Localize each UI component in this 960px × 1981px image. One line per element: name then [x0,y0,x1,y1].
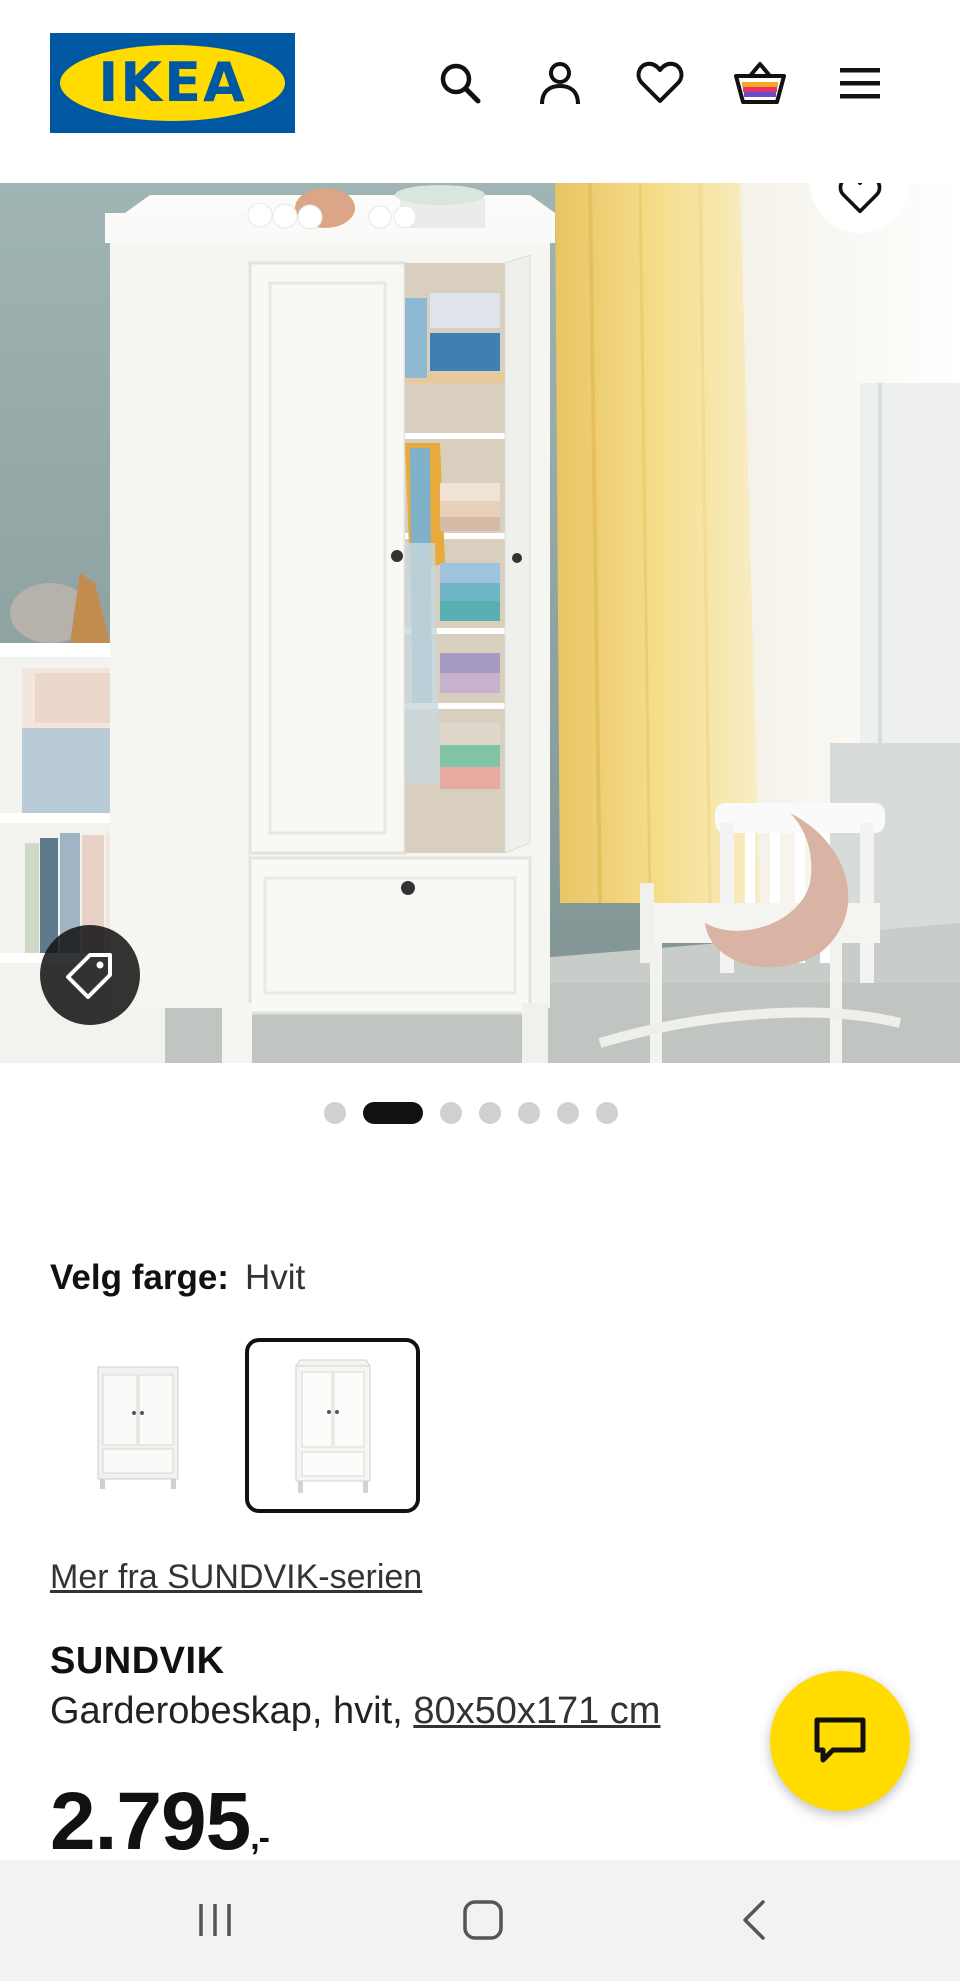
carousel-dot-active[interactable] [363,1102,423,1124]
logo-text: IKEA [98,51,247,114]
heart-icon[interactable] [632,55,688,111]
product-image[interactable] [0,183,960,1063]
color-label: Velg farge: [50,1258,229,1297]
color-swatch-2-selected[interactable] [245,1338,420,1513]
product-dimensions-link[interactable]: 80x50x171 cm [413,1690,660,1732]
header: IKEA ® [0,0,960,183]
carousel-dot[interactable] [518,1102,540,1124]
wardrobe-thumbnail [97,1366,178,1489]
system-navigation-bar [0,1860,960,1981]
cart-icon[interactable] [732,55,788,111]
logo-registered-mark: ® [267,55,277,66]
carousel-dot[interactable] [596,1102,618,1124]
search-icon[interactable] [432,55,488,111]
recents-icon[interactable] [175,1880,255,1960]
carousel-dot[interactable] [557,1102,579,1124]
home-icon[interactable] [443,1880,523,1960]
menu-icon[interactable] [832,55,888,111]
carousel-dot[interactable] [324,1102,346,1124]
price-suffix: ,- [250,1819,270,1857]
price-tag-icon[interactable] [40,925,140,1025]
product-description-text: Garderobeskap, hvit, [50,1690,414,1732]
product-description: Garderobeskap, hvit, 80x50x171 cm [50,1690,660,1733]
carousel-indicator [0,1102,960,1124]
color-selector-label: Velg farge: Hvit [50,1258,305,1298]
price-value: 2.795 [50,1776,251,1867]
wardrobe-room-illustration [0,183,960,1063]
ikea-logo[interactable]: IKEA ® [50,33,295,133]
chat-icon [814,1717,866,1763]
account-icon[interactable] [532,55,588,111]
product-name: SUNDVIK [50,1640,225,1682]
chat-button[interactable] [770,1671,910,1811]
carousel-dot[interactable] [479,1102,501,1124]
wardrobe-thumbnail [294,1359,371,1493]
color-swatch-1[interactable] [50,1338,225,1513]
color-value: Hvit [244,1258,306,1297]
series-link[interactable]: Mer fra SUNDVIK-serien [50,1558,422,1597]
back-icon[interactable] [713,1880,793,1960]
carousel-dot[interactable] [440,1102,462,1124]
product-price: 2.795,- [50,1775,270,1869]
